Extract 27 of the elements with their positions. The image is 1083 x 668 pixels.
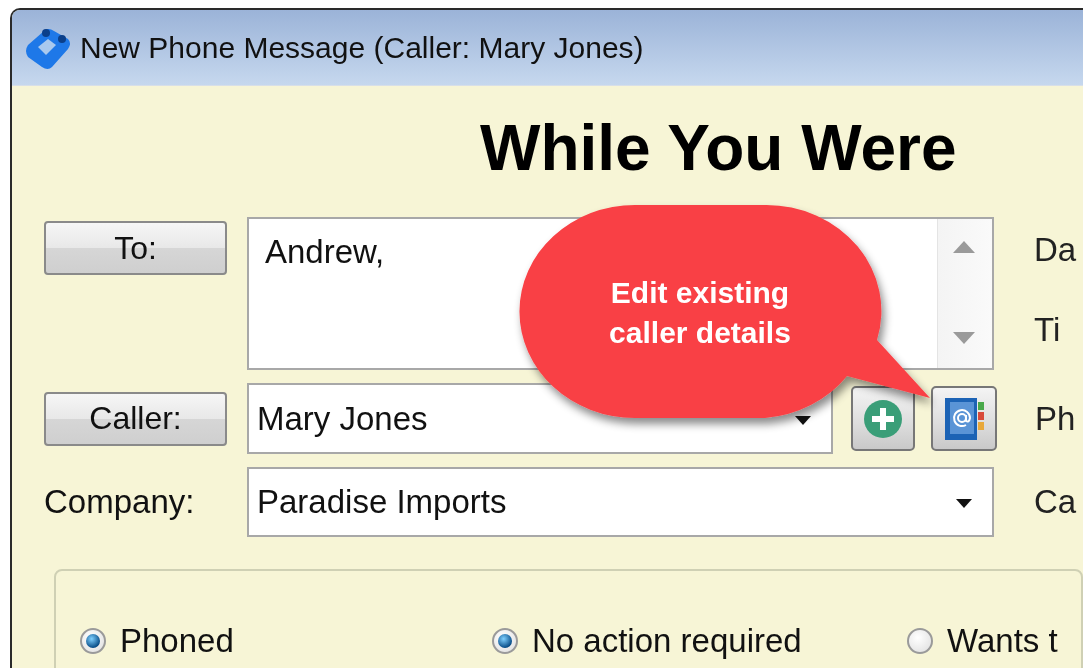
- company-dropdown[interactable]: Paradise Imports: [247, 467, 994, 537]
- radio-button[interactable]: [907, 628, 933, 654]
- dropdown-caret-icon: [956, 499, 972, 508]
- window-title: New Phone Message (Caller: Mary Jones): [80, 30, 644, 65]
- radio-label: Wants t: [947, 622, 1058, 660]
- address-book-icon: [943, 395, 985, 442]
- side-label: Ph: [1035, 399, 1076, 438]
- scroll-down-icon[interactable]: [953, 332, 975, 344]
- scroll-up-icon[interactable]: [953, 241, 975, 253]
- side-label: Ti: [1034, 311, 1062, 349]
- radio-button[interactable]: [80, 628, 106, 654]
- to-button[interactable]: To:: [44, 221, 227, 275]
- plus-icon: [863, 398, 903, 439]
- side-label: Ca: [1034, 483, 1077, 521]
- to-value: Andrew,: [265, 233, 385, 271]
- caller-value: Mary Jones: [257, 399, 428, 438]
- side-label: Da: [1034, 231, 1077, 269]
- radio-label: No action required: [532, 622, 802, 660]
- form-heading: While You Were: [480, 112, 958, 184]
- radio-button[interactable]: [492, 628, 518, 654]
- add-caller-button[interactable]: [851, 386, 915, 451]
- radio-label: Phoned: [120, 622, 234, 660]
- callout-text: Edit existing caller details: [608, 275, 792, 351]
- edit-caller-button[interactable]: [931, 386, 997, 451]
- caller-button[interactable]: Caller:: [44, 391, 227, 446]
- company-value: Paradise Imports: [257, 483, 507, 521]
- company-label: Company:: [44, 483, 196, 521]
